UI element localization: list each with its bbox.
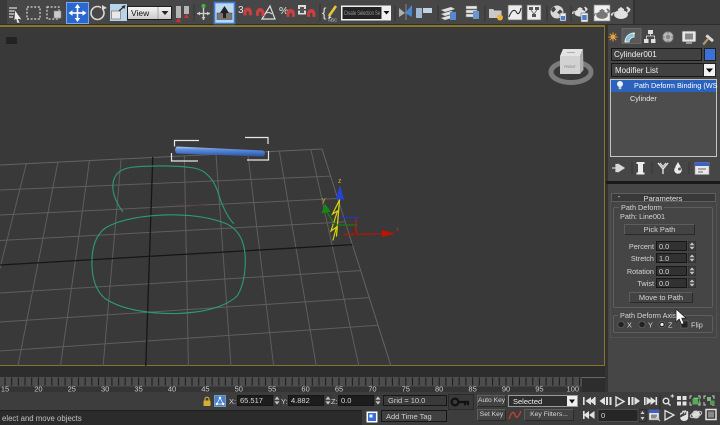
svg-text:0: 0 xyxy=(601,411,605,420)
